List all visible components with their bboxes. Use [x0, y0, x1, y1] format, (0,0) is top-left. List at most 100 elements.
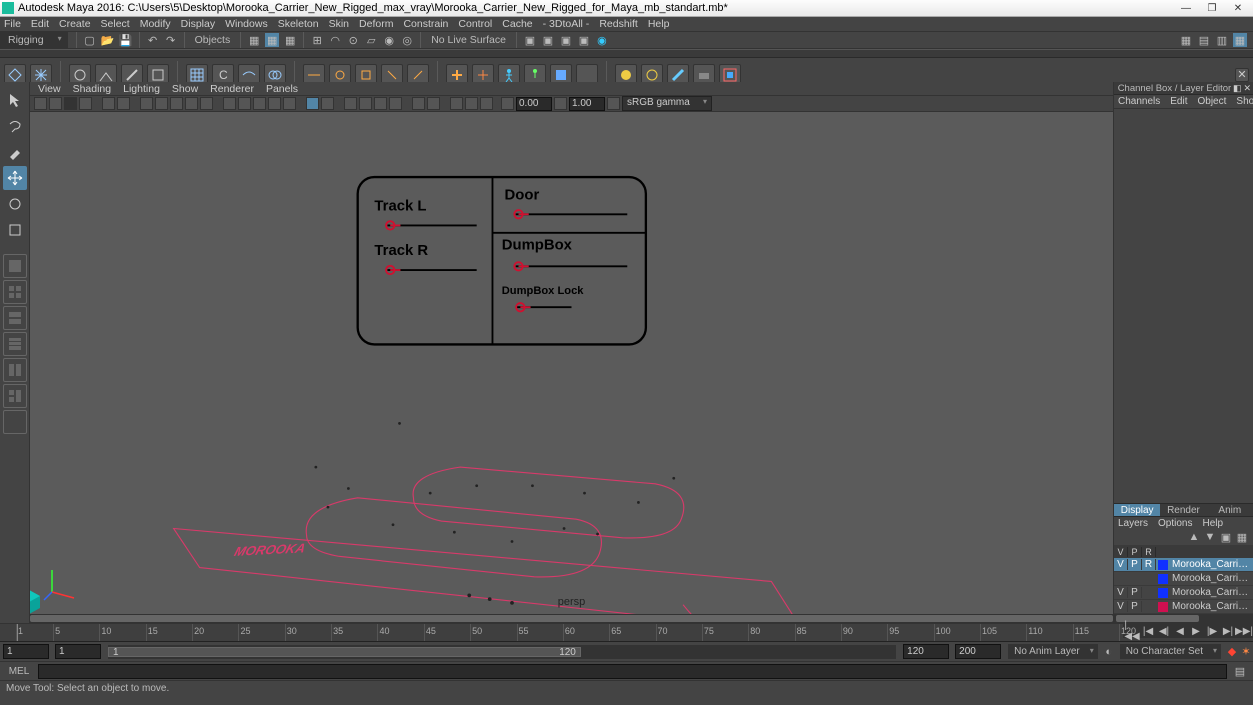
menu-create[interactable]: Create	[59, 18, 91, 30]
snap-point-icon[interactable]: ⊙	[346, 33, 360, 47]
vp-shadows-icon[interactable]	[283, 97, 296, 110]
menu-skeleton[interactable]: Skeleton	[278, 18, 319, 30]
cb-menu-edit[interactable]: Edit	[1170, 96, 1187, 107]
render-icon[interactable]: ▣	[541, 33, 555, 47]
ipr-render-icon[interactable]: ▣	[559, 33, 573, 47]
anim-start-input[interactable]	[3, 644, 49, 659]
vp-viewtransform-icon[interactable]	[607, 97, 620, 110]
cb-menu-channels[interactable]: Channels	[1118, 96, 1160, 107]
layer-new-assign-icon[interactable]: ▦	[1235, 530, 1249, 544]
panel-layout-2-icon[interactable]: ▤	[1197, 33, 1211, 47]
layer-row[interactable]: VPRMorooka_Carrier_New	[1114, 558, 1253, 572]
menu-select[interactable]: Select	[101, 18, 130, 30]
rotate-tool[interactable]	[3, 192, 27, 216]
vp-2d-icon[interactable]	[117, 97, 130, 110]
layer-tab-render[interactable]: Render	[1160, 504, 1206, 516]
layer-tab-anim[interactable]: Anim	[1207, 504, 1253, 516]
layout-two-h-icon[interactable]	[3, 306, 27, 330]
construction-history-icon[interactable]: ▣	[523, 33, 537, 47]
layer-submenu-help[interactable]: Help	[1202, 518, 1223, 529]
play-back-icon[interactable]: ◀	[1173, 624, 1187, 638]
move-tool[interactable]	[3, 166, 27, 190]
layout-stack-icon[interactable]	[3, 332, 27, 356]
undo-icon[interactable]: ↶	[146, 33, 160, 47]
vp-lights-icon[interactable]	[268, 97, 281, 110]
layout-four-icon[interactable]	[3, 280, 27, 304]
menu-display[interactable]: Display	[181, 18, 215, 30]
layer-submenu-options[interactable]: Options	[1158, 518, 1192, 529]
time-slider[interactable]: |◀◀ |◀ ◀| ◀ ▶ |▶ ▶| ▶▶| 1510152025303540…	[0, 623, 1253, 642]
menu-edit[interactable]: Edit	[31, 18, 49, 30]
panel-menu-renderer[interactable]: Renderer	[210, 83, 254, 95]
snap-plane-icon[interactable]: ▱	[364, 33, 378, 47]
anim-end-input[interactable]	[955, 644, 1001, 659]
cb-menu-object[interactable]: Object	[1198, 96, 1227, 107]
vp-resolution-icon[interactable]	[170, 97, 183, 110]
paint-select-tool[interactable]	[3, 140, 27, 164]
character-set-select[interactable]: No Character Set	[1120, 644, 1221, 659]
select-tool[interactable]	[3, 88, 27, 112]
vp-2-icon[interactable]	[480, 97, 493, 110]
panel-menu-view[interactable]: View	[38, 83, 61, 95]
viewport-persp[interactable]: MOROOKA Track L	[30, 112, 1113, 614]
step-back-icon[interactable]: ◀|	[1157, 624, 1171, 638]
cb-menu-show[interactable]: Show	[1236, 96, 1253, 107]
vp-exposure-icon[interactable]	[450, 97, 463, 110]
menu-control[interactable]: Control	[458, 18, 492, 30]
scale-tool[interactable]	[3, 218, 27, 242]
vp-bookmark-icon[interactable]	[79, 97, 92, 110]
vp-gamma-input[interactable]	[569, 97, 605, 111]
vp-gate-mask-icon[interactable]	[185, 97, 198, 110]
panel-menu-shading[interactable]: Shading	[73, 83, 112, 95]
render-globals-icon[interactable]: ◉	[595, 33, 609, 47]
menu-deform[interactable]: Deform	[359, 18, 393, 30]
menu-help[interactable]: Help	[648, 18, 670, 30]
play-start-input[interactable]	[55, 644, 101, 659]
vp-wireframe-icon[interactable]	[223, 97, 236, 110]
viewport-hscroll[interactable]	[30, 614, 1113, 623]
vp-exposure-toggle-icon[interactable]	[501, 97, 514, 110]
vp-all-lights-icon[interactable]	[359, 97, 372, 110]
vp-1-icon[interactable]	[465, 97, 478, 110]
vp-imageplane-icon[interactable]	[102, 97, 115, 110]
snap-grid-icon[interactable]: ⊞	[310, 33, 324, 47]
vp-film-gate-icon[interactable]	[155, 97, 168, 110]
menu-redshift[interactable]: Redshift	[599, 18, 638, 30]
layout-custom-icon[interactable]	[3, 410, 27, 434]
snap-live-icon[interactable]: ◉	[382, 33, 396, 47]
panel-menu-panels[interactable]: Panels	[266, 83, 298, 95]
vp-color-mgmt-select[interactable]: sRGB gamma	[622, 96, 712, 111]
vp-safe-icon[interactable]	[200, 97, 213, 110]
panel-menu-lighting[interactable]: Lighting	[123, 83, 160, 95]
script-editor-icon[interactable]: ▤	[1233, 664, 1247, 678]
menu--3dtoall-[interactable]: - 3DtoAll -	[543, 18, 590, 30]
vp-gamma-toggle-icon[interactable]	[554, 97, 567, 110]
vp-grid-icon[interactable]	[140, 97, 153, 110]
layer-tab-display[interactable]: Display	[1114, 504, 1160, 516]
layer-row[interactable]: VPMorooka_Carrier_New	[1114, 586, 1253, 600]
panel-tearoff-icon[interactable]: ◧	[1233, 83, 1242, 94]
sel-mode-2-icon[interactable]: ▦	[265, 33, 279, 47]
open-scene-icon[interactable]: 📂	[101, 33, 115, 47]
prefs-icon[interactable]: ✶	[1239, 645, 1253, 659]
step-forward-key-icon[interactable]: ▶|	[1221, 624, 1235, 638]
vp-isolate-icon[interactable]	[306, 97, 319, 110]
menu-set-selector[interactable]: Rigging	[0, 32, 68, 48]
menu-file[interactable]: File	[4, 18, 21, 30]
layer-new-icon[interactable]: ▣	[1219, 530, 1233, 544]
vp-textured-icon[interactable]	[253, 97, 266, 110]
maximize-button[interactable]: ❐	[1199, 1, 1225, 15]
play-forward-icon[interactable]: ▶	[1189, 624, 1203, 638]
minimize-button[interactable]: —	[1173, 1, 1199, 15]
layer-submenu-layers[interactable]: Layers	[1118, 518, 1148, 529]
range-slider[interactable]: 1 120	[108, 645, 896, 659]
command-input[interactable]	[38, 664, 1227, 679]
close-button[interactable]: ✕	[1225, 1, 1251, 15]
vp-camera-icon[interactable]	[34, 97, 47, 110]
layer-row[interactable]: Morooka_Carrier_New	[1114, 572, 1253, 586]
shelf-tabs[interactable]	[0, 49, 1253, 58]
snap-curve-icon[interactable]: ◠	[328, 33, 342, 47]
vp-motion-blur-icon[interactable]	[412, 97, 425, 110]
anim-layer-icon[interactable]: ◐	[1102, 645, 1116, 659]
step-back-key-icon[interactable]: |◀	[1141, 624, 1155, 638]
